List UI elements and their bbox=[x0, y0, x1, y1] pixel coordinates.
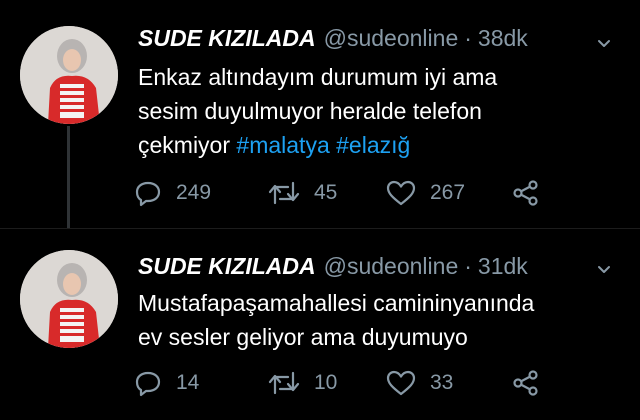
tweet-header: SUDE KIZILADA @sudeonline · 31dk bbox=[138, 250, 528, 282]
profile-photo bbox=[20, 250, 118, 348]
avatar[interactable] bbox=[20, 26, 118, 124]
tweet-text: Enkaz altındayım durumum iyi ama sesim d… bbox=[138, 60, 608, 162]
tweet-text-fragment: çekmiyor bbox=[138, 132, 237, 158]
tweet-timestamp[interactable]: 31dk bbox=[478, 250, 528, 282]
tweet-text-line: Enkaz altındayım durumum iyi ama bbox=[138, 64, 498, 90]
retweet-icon bbox=[268, 371, 300, 395]
retweet-count: 10 bbox=[314, 371, 338, 394]
tweet-text-line: çekmiyor #malatya #elazığ bbox=[138, 128, 608, 162]
reply-count: 14 bbox=[176, 371, 200, 394]
user-handle[interactable]: @sudeonline bbox=[324, 250, 459, 282]
retweet-button[interactable]: 45 bbox=[268, 178, 337, 208]
retweet-button[interactable]: 10 bbox=[268, 368, 337, 398]
reply-button[interactable]: 249 bbox=[134, 178, 211, 208]
retweet-count: 45 bbox=[314, 181, 338, 204]
tweet-text: Mustafapaşamahallesi camininyanında ev s… bbox=[138, 286, 608, 354]
like-button[interactable]: 267 bbox=[386, 178, 465, 208]
separator-dot: · bbox=[464, 253, 472, 279]
reply-icon bbox=[135, 371, 161, 397]
like-count: 267 bbox=[430, 181, 466, 204]
share-button[interactable] bbox=[512, 178, 540, 208]
tweet[interactable]: SUDE KIZILADA @sudeonline · 38dk Enkaz a… bbox=[0, 0, 640, 228]
separator-dot: · bbox=[464, 25, 472, 51]
reply-count: 249 bbox=[176, 181, 212, 204]
tweet-text-line: Mustafapaşamahallesi camininyanında bbox=[138, 290, 535, 316]
chevron-down-icon[interactable] bbox=[596, 36, 612, 52]
tweet-text-line: ev sesler geliyor ama duyumuyo bbox=[138, 324, 468, 350]
reply-button[interactable]: 14 bbox=[134, 368, 199, 398]
like-button[interactable]: 33 bbox=[386, 368, 453, 398]
share-icon bbox=[513, 180, 538, 206]
chevron-down-icon[interactable] bbox=[596, 262, 612, 278]
share-icon bbox=[513, 370, 538, 396]
reply-icon bbox=[135, 181, 161, 207]
thread-connector-line bbox=[67, 126, 70, 228]
profile-photo bbox=[20, 26, 118, 124]
retweet-icon bbox=[268, 181, 300, 205]
hashtag-link[interactable]: #elazığ bbox=[336, 132, 410, 158]
display-name[interactable]: SUDE KIZILADA bbox=[138, 250, 316, 282]
like-count: 33 bbox=[430, 371, 454, 394]
tweet-header: SUDE KIZILADA @sudeonline · 38dk bbox=[138, 22, 528, 54]
heart-icon bbox=[386, 370, 416, 396]
share-button[interactable] bbox=[512, 368, 540, 398]
avatar[interactable] bbox=[20, 250, 118, 348]
heart-icon bbox=[386, 180, 416, 206]
hashtag-link[interactable]: #malatya bbox=[236, 132, 329, 158]
user-handle[interactable]: @sudeonline bbox=[324, 22, 459, 54]
display-name[interactable]: SUDE KIZILADA bbox=[138, 22, 316, 54]
tweet-timestamp[interactable]: 38dk bbox=[478, 22, 528, 54]
tweet-text-line: sesim duyulmuyor heralde telefon bbox=[138, 98, 482, 124]
